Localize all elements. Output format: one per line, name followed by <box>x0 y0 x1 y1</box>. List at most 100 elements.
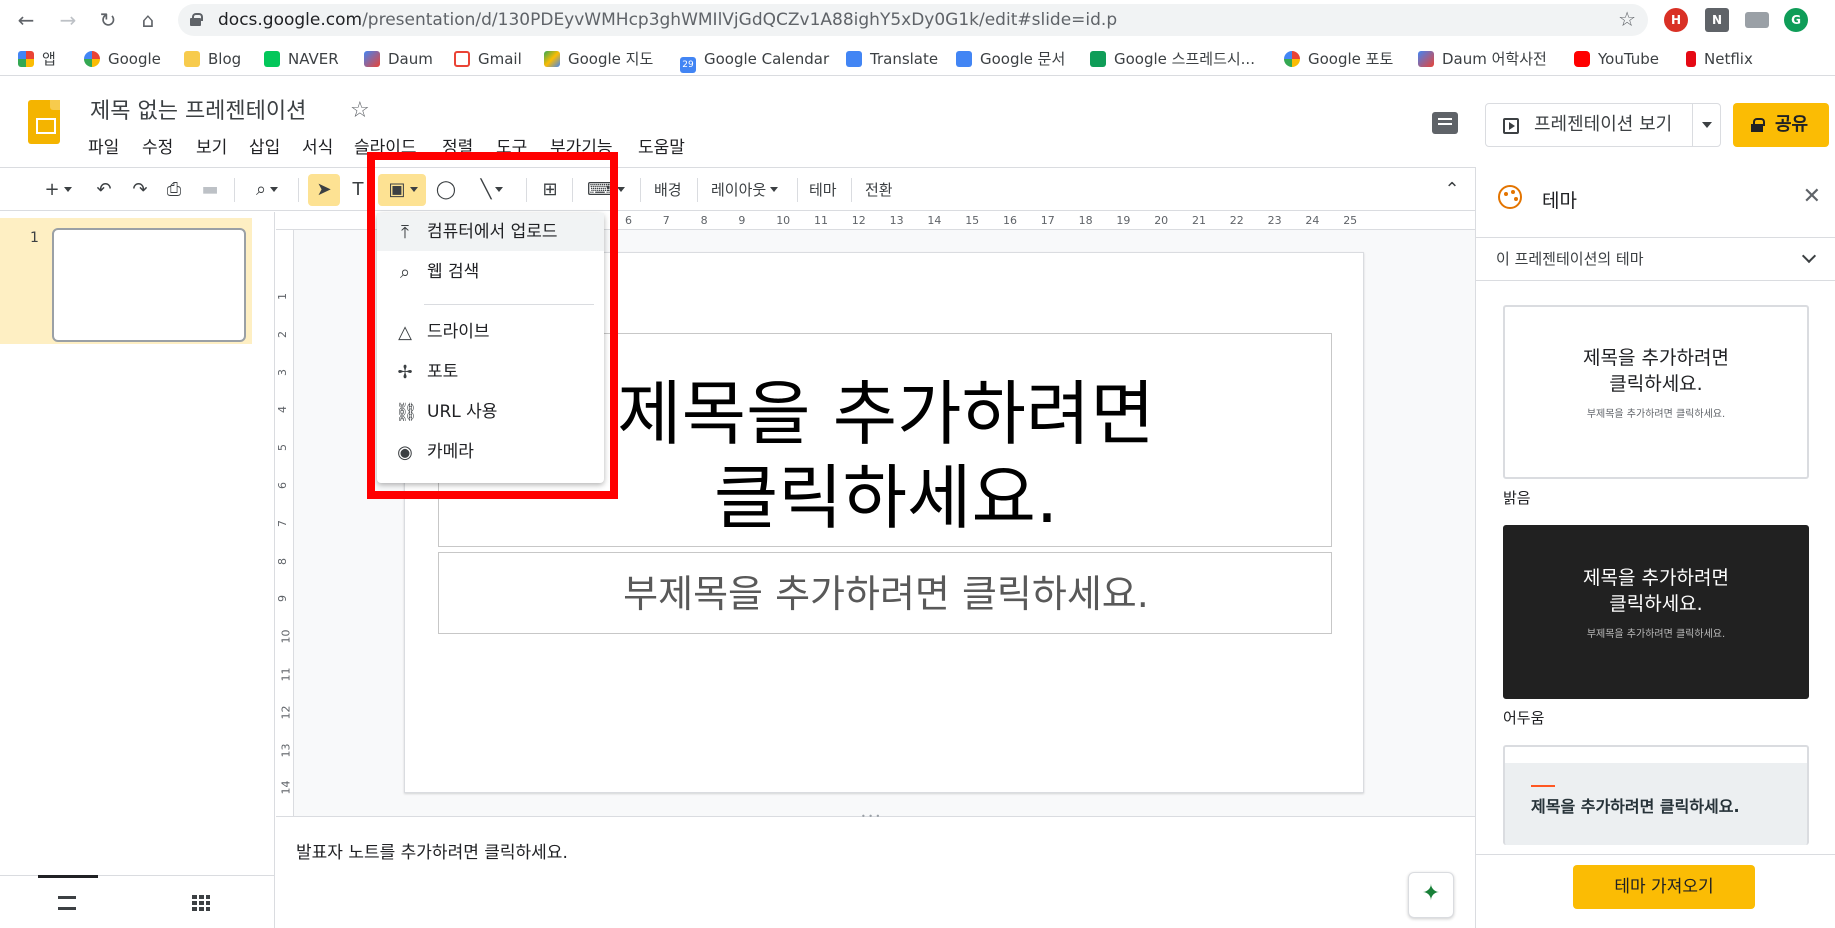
bookmark-docs[interactable]: Google 문서 <box>956 42 1065 76</box>
extension-icon[interactable] <box>1745 12 1769 28</box>
paint-format-icon[interactable]: ▬ <box>198 178 222 202</box>
bookmark-translate[interactable]: Translate <box>846 42 938 76</box>
bookmark-daum[interactable]: Daum <box>364 42 433 76</box>
share-label: 공유 <box>1775 114 1809 135</box>
star-icon[interactable]: ☆ <box>350 98 370 123</box>
extension-icon[interactable]: N <box>1705 8 1729 32</box>
present-dropdown[interactable] <box>1692 104 1720 146</box>
menu-edit[interactable]: 수정 <box>142 133 173 158</box>
bookmark-apps[interactable]: 앱 <box>18 42 56 76</box>
theme-card-light[interactable]: 제목을 추가하려면 클릭하세요. 부제목을 추가하려면 클릭하세요. <box>1503 305 1809 479</box>
theme-button[interactable]: 테마 <box>809 178 837 202</box>
theme-card-streamline[interactable]: 제목을 추가하려면 클릭하세요. <box>1503 745 1809 845</box>
slide-thumbnail[interactable] <box>52 228 246 342</box>
subtitle-placeholder[interactable]: 부제목을 추가하려면 클릭하세요. <box>438 552 1332 634</box>
notes-splitter[interactable] <box>276 812 1475 826</box>
slides-logo-icon[interactable] <box>28 100 60 144</box>
toolbar: + ↶ ↷ ⎙ ▬ ⌕ ➤ T ▣ ◯ ╲ ⊞ ⌨ 배경 레이아웃 테마 전환 … <box>0 167 1475 211</box>
ruler-tick-label: 4 <box>276 406 289 414</box>
back-arrow-icon[interactable]: ← <box>14 8 38 32</box>
reload-icon[interactable]: ↻ <box>96 8 120 32</box>
slide-filmstrip: 1 <box>0 212 275 928</box>
explore-icon[interactable] <box>1408 872 1454 918</box>
bookmark-blog[interactable]: Blog <box>184 42 241 76</box>
bookmark-photos[interactable]: Google 포토 <box>1284 42 1393 76</box>
collapse-toolbar-icon[interactable]: ⌃ <box>1440 178 1464 202</box>
transition-button[interactable]: 전환 <box>865 178 893 202</box>
chevron-down-icon <box>270 187 279 192</box>
home-icon[interactable]: ⌂ <box>136 8 160 32</box>
filmstrip-view-tab[interactable] <box>38 875 98 928</box>
theme-card-subtitle: 부제목을 추가하려면 클릭하세요. <box>1586 409 1726 420</box>
ruler-tick-label: 5 <box>276 444 289 452</box>
redo-icon[interactable]: ↷ <box>128 178 152 202</box>
bookmark-naver[interactable]: NAVER <box>264 42 339 76</box>
theme-card-title-line-2: 클릭하세요. <box>1609 373 1703 395</box>
new-slide-button[interactable]: + <box>34 178 82 202</box>
theme-card-title: 제목을 추가하려면 클릭하세요. <box>1505 565 1807 617</box>
theme-name-light: 밝음 <box>1503 489 1531 507</box>
print-icon[interactable]: ⎙ <box>162 178 186 202</box>
document-title[interactable]: 제목 없는 프레젠테이션 <box>90 93 306 125</box>
ruler-tick-label: 7 <box>662 214 670 227</box>
bookmark-gmail[interactable]: Gmail <box>454 42 522 76</box>
forward-arrow-icon[interactable]: → <box>56 8 80 32</box>
ruler-tick-label: 11 <box>814 214 828 227</box>
ruler-tick-label: 7 <box>276 519 289 527</box>
ruler-tick-label: 18 <box>1078 214 1093 227</box>
chevron-down-icon <box>63 187 72 192</box>
naver-icon <box>264 51 280 67</box>
bookmark-youtube[interactable]: YouTube <box>1574 42 1659 76</box>
ruler-tick-label: 12 <box>279 705 293 720</box>
close-icon[interactable]: ✕ <box>1803 184 1821 209</box>
layout-button[interactable]: 레이아웃 <box>711 178 779 202</box>
background-button[interactable]: 배경 <box>654 178 682 202</box>
toolbar-divider <box>797 178 798 202</box>
theme-card-accent <box>1531 785 1555 787</box>
slide-thumbnail-selected[interactable]: 1 <box>0 218 252 344</box>
comment-icon[interactable] <box>1432 112 1458 134</box>
profile-avatar[interactable]: G <box>1784 8 1808 32</box>
menu-view[interactable]: 보기 <box>196 133 227 158</box>
theme-card-dark[interactable]: 제목을 추가하려면 클릭하세요. 부제목을 추가하려면 클릭하세요. <box>1503 525 1809 699</box>
theme-panel-divider <box>1476 854 1835 855</box>
bookmark-sheets[interactable]: Google 스프레드시... <box>1090 42 1255 76</box>
bookmark-maps[interactable]: Google 지도 <box>544 42 653 76</box>
extension-icon[interactable]: H <box>1664 8 1688 32</box>
ruler-tick-label: 21 <box>1192 214 1206 227</box>
toolbar-divider <box>298 178 299 202</box>
ruler-tick-label: 11 <box>279 667 293 682</box>
zoom-button[interactable]: ⌕ <box>246 178 288 202</box>
menu-help[interactable]: 도움말 <box>638 133 685 158</box>
import-theme-button[interactable]: 테마 가져오기 <box>1573 865 1755 909</box>
theme-section-header[interactable]: 이 프레젠테이션의 테마 <box>1476 237 1835 281</box>
undo-icon[interactable]: ↶ <box>92 178 116 202</box>
bookmark-calendar[interactable]: 29 Google Calendar <box>680 42 829 76</box>
address-bar[interactable]: docs.google.com/presentation/d/130PDEyvW… <box>178 4 1648 36</box>
speaker-notes[interactable]: 발표자 노트를 추가하려면 클릭하세요. <box>276 826 1475 928</box>
ruler-tick-label: 10 <box>776 214 791 227</box>
ruler-tick-label: 23 <box>1267 214 1282 227</box>
bookmark-star-icon[interactable]: ☆ <box>1618 7 1636 31</box>
folder-icon <box>184 51 200 67</box>
cursor-icon[interactable]: ➤ <box>312 178 336 202</box>
ruler-tick-label: 17 <box>1040 214 1055 227</box>
menu-insert[interactable]: 삽입 <box>249 133 280 158</box>
ruler-tick-label: 9 <box>276 595 289 603</box>
bookmark-daum-dict[interactable]: Daum 어학사전 <box>1418 42 1547 76</box>
menu-file[interactable]: 파일 <box>88 133 119 158</box>
ruler-tick-label: 24 <box>1305 214 1320 227</box>
ruler-tick-label: 9 <box>738 214 746 227</box>
menu-format[interactable]: 서식 <box>302 133 333 158</box>
bookmark-google[interactable]: Google <box>84 42 161 76</box>
youtube-icon <box>1574 51 1590 67</box>
url-text: docs.google.com/presentation/d/130PDEyvW… <box>218 10 1118 30</box>
subtitle-placeholder-text: 부제목을 추가하려면 클릭하세요. <box>623 572 1149 616</box>
present-button[interactable]: 프레젠테이션 보기 <box>1485 103 1721 147</box>
speaker-notes-placeholder: 발표자 노트를 추가하려면 클릭하세요. <box>296 843 568 863</box>
theme-card-band <box>1505 747 1807 763</box>
grid-view-tab[interactable] <box>172 876 232 928</box>
theme-card-subtitle: 부제목을 추가하려면 클릭하세요. <box>1586 629 1726 640</box>
bookmark-netflix[interactable]: Netflix <box>1686 42 1753 76</box>
share-button[interactable]: 공유 <box>1733 103 1829 147</box>
